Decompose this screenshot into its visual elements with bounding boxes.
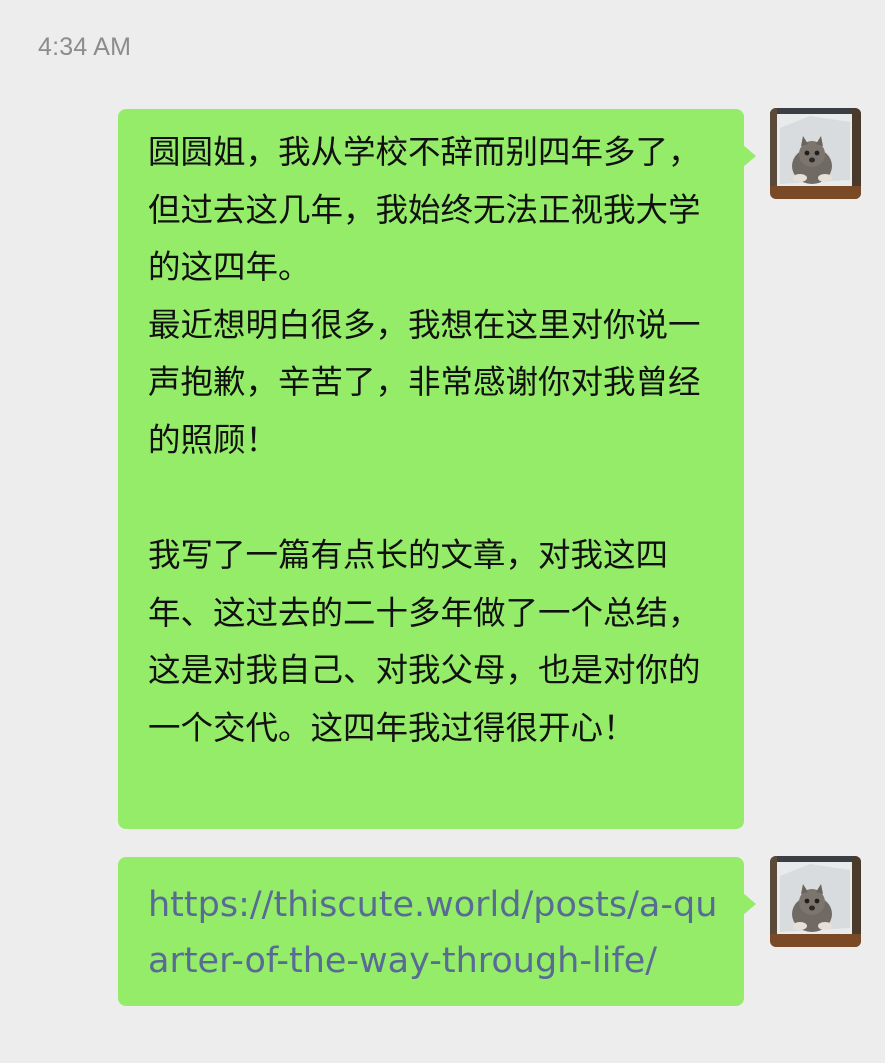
avatar-cat-image [770, 108, 861, 199]
message-timestamp: 4:34 AM [38, 33, 132, 61]
avatar[interactable] [770, 108, 861, 199]
link-bubble[interactable]: https://thiscute.world/posts/a-quarter-o… [118, 857, 756, 1006]
avatar-cat-image [770, 856, 861, 947]
avatar[interactable] [770, 856, 861, 947]
message-link[interactable]: https://thiscute.world/posts/a-quarter-o… [148, 877, 720, 989]
message-bubble[interactable]: 圆圆姐，我从学校不辞而别四年多了，但过去这几年，我始终无法正视我大学的这四年。 … [118, 109, 756, 829]
message-text[interactable]: 圆圆姐，我从学校不辞而别四年多了，但过去这几年，我始终无法正视我大学的这四年。 … [148, 124, 720, 758]
